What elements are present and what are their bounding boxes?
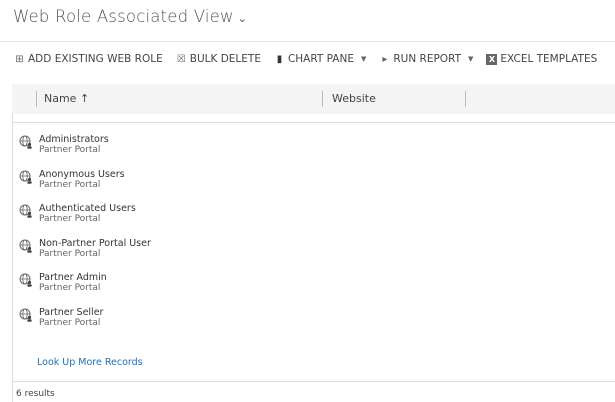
- record-website: Partner Portal: [39, 145, 101, 155]
- view-title-text: Web Role Associated View: [13, 7, 234, 26]
- command-bar: ⊞ ADD EXISTING WEB ROLE ☒ BULK DELETE ▮ CHA…: [14, 53, 597, 65]
- record-name[interactable]: Partner Seller: [39, 307, 103, 318]
- button-label: RUN REPORT: [393, 53, 462, 65]
- record-website: Partner Portal: [39, 248, 101, 259]
- record-name[interactable]: Non-Partner Portal User: [39, 238, 151, 249]
- grid-footer: 6 results: [12, 381, 615, 402]
- web-role-icon: [19, 135, 32, 149]
- record-name[interactable]: Anonymous Users: [39, 169, 125, 180]
- web-role-icon: [19, 239, 32, 253]
- divider: [0, 41, 615, 42]
- button-label: CHART PANE: [287, 53, 354, 65]
- record-name[interactable]: Administrators: [39, 134, 109, 145]
- excel-templates-button[interactable]: X EXCEL TEMPLATES: [486, 53, 597, 65]
- table-row[interactable]: Authenticated Users Partner Portal: [19, 203, 136, 224]
- column-separator[interactable]: [322, 91, 323, 107]
- record-website: Partner Portal: [39, 214, 101, 224]
- web-role-icon: [19, 170, 32, 184]
- caret-down-icon: ▼: [468, 55, 474, 63]
- record-name[interactable]: Authenticated Users: [39, 203, 136, 214]
- run-report-button[interactable]: ▸ RUN REPORT ▼: [379, 53, 473, 65]
- column-header-website[interactable]: Website: [332, 92, 376, 105]
- table-row[interactable]: Partner Seller Partner Portal: [19, 307, 103, 328]
- record-name[interactable]: Partner Admin: [39, 272, 107, 283]
- grid-header: Name ↑ Website: [12, 84, 615, 114]
- button-label: BULK DELETE: [189, 53, 261, 65]
- button-label: ADD EXISTING WEB ROLE: [28, 53, 163, 65]
- bulk-delete-icon: ☒: [176, 53, 186, 65]
- look-up-more-records-link[interactable]: Look Up More Records: [37, 357, 143, 368]
- column-separator[interactable]: [36, 91, 37, 107]
- add-record-icon: ⊞: [15, 53, 24, 65]
- report-icon: ▸: [382, 53, 388, 65]
- excel-icon: X: [486, 53, 498, 65]
- view-title[interactable]: Web Role Associated View ⌄: [13, 7, 247, 26]
- records-grid: Administrators Partner Portal Anonymous Us…: [12, 114, 615, 381]
- chart-pane-button[interactable]: ▮ CHART PANE ▼: [274, 53, 367, 65]
- record-website: Partner Portal: [39, 283, 101, 293]
- web-role-icon: [19, 273, 32, 287]
- chart-icon: ▮: [276, 53, 283, 65]
- web-role-icon: [19, 308, 32, 322]
- caret-down-icon: ▼: [360, 55, 367, 63]
- chevron-down-icon[interactable]: ⌄: [238, 12, 247, 25]
- table-row[interactable]: Anonymous Users Partner Portal: [19, 169, 125, 190]
- record-website: Partner Portal: [39, 179, 101, 190]
- table-row[interactable]: Partner Admin Partner Portal: [19, 272, 107, 293]
- column-separator[interactable]: [465, 91, 466, 107]
- button-label: EXCEL TEMPLATES: [500, 53, 598, 65]
- table-row[interactable]: Administrators Partner Portal: [19, 134, 109, 155]
- add-existing-web-role-button[interactable]: ⊞ ADD EXISTING WEB ROLE: [14, 53, 163, 65]
- divider: [13, 122, 615, 123]
- bulk-delete-button[interactable]: ☒ BULK DELETE: [176, 53, 261, 65]
- column-header-name[interactable]: Name ↑: [44, 92, 89, 105]
- web-role-icon: [19, 204, 32, 218]
- table-row[interactable]: Non-Partner Portal User Partner Portal: [19, 238, 151, 259]
- record-website: Partner Portal: [39, 317, 101, 328]
- results-count: 6 results: [16, 389, 55, 399]
